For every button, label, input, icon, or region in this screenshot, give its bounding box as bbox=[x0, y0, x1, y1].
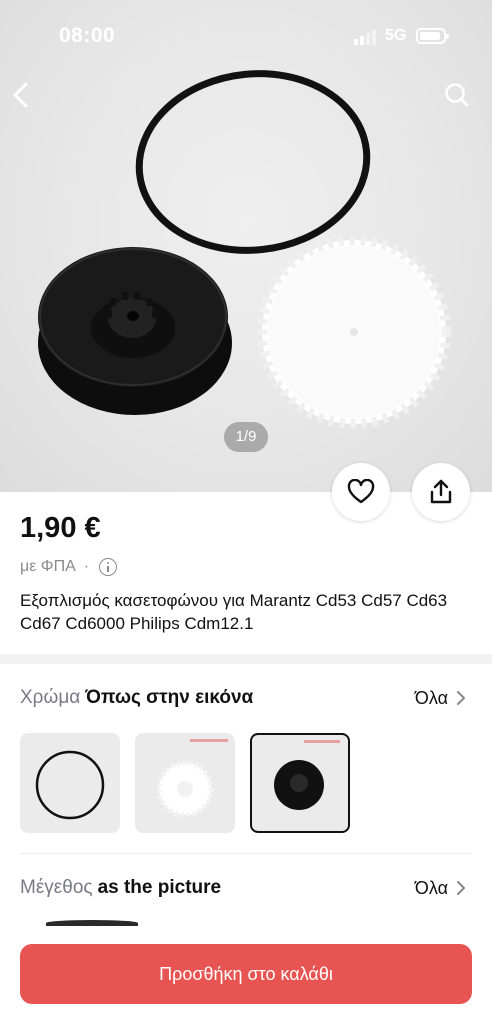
vat-note: με ΦΠΑ bbox=[20, 558, 76, 575]
status-bar: 08:00 5G bbox=[0, 0, 492, 70]
signal-icon bbox=[354, 29, 376, 45]
size-option-label: Μέγεθος bbox=[20, 877, 93, 898]
chevron-left-icon bbox=[13, 82, 28, 108]
gallery-page-indicator: 1/9 bbox=[224, 422, 268, 452]
swatch-belt[interactable] bbox=[20, 733, 120, 833]
status-time: 08:00 bbox=[59, 24, 116, 47]
info-icon[interactable] bbox=[99, 558, 118, 576]
share-icon bbox=[430, 479, 452, 504]
size-see-all[interactable]: Όλα bbox=[415, 878, 448, 899]
color-see-all[interactable]: Όλα bbox=[415, 688, 448, 709]
chevron-right-icon bbox=[457, 881, 465, 895]
size-option-value: as the picture bbox=[97, 877, 222, 898]
size-option-row[interactable]: Μέγεθος as the picture Όλα bbox=[20, 873, 472, 903]
search-button[interactable] bbox=[442, 80, 472, 110]
color-swatches bbox=[20, 733, 350, 833]
black-pulley-thumbnail bbox=[274, 740, 340, 810]
like-button[interactable] bbox=[332, 463, 390, 521]
heart-icon bbox=[347, 479, 375, 504]
color-option-value: Όπως στην εικόνα bbox=[85, 687, 254, 708]
color-option-row[interactable]: Χρώμα Όπως στην εικόνα Όλα bbox=[20, 683, 472, 713]
white-gear-thumbnail bbox=[156, 739, 228, 818]
share-button[interactable] bbox=[412, 463, 470, 521]
belt-thumbnail bbox=[35, 750, 105, 820]
chevron-right-icon bbox=[457, 691, 465, 705]
battery-icon bbox=[416, 28, 449, 44]
section-divider bbox=[0, 654, 492, 664]
product-photo bbox=[38, 70, 451, 429]
swatch-black-pulley[interactable] bbox=[250, 733, 350, 833]
vat-row: με ΦΠΑ · bbox=[20, 558, 118, 576]
search-icon bbox=[445, 83, 469, 107]
network-label: 5G bbox=[385, 27, 407, 44]
add-to-cart-button[interactable]: Προσθήκη στο καλάθι bbox=[20, 944, 472, 1004]
options-divider bbox=[20, 853, 472, 854]
back-button[interactable] bbox=[6, 78, 36, 112]
product-price: 1,90 € bbox=[20, 512, 101, 544]
color-option-label: Χρώμα bbox=[20, 687, 81, 708]
product-title: Εξοπλισμός κασετοφώνου για Marantz Cd53 … bbox=[20, 591, 448, 633]
vat-separator: · bbox=[83, 558, 90, 575]
swatch-white-gear[interactable] bbox=[135, 733, 235, 833]
product-gallery[interactable]: 08:00 5G 1/9 bbox=[0, 0, 492, 492]
